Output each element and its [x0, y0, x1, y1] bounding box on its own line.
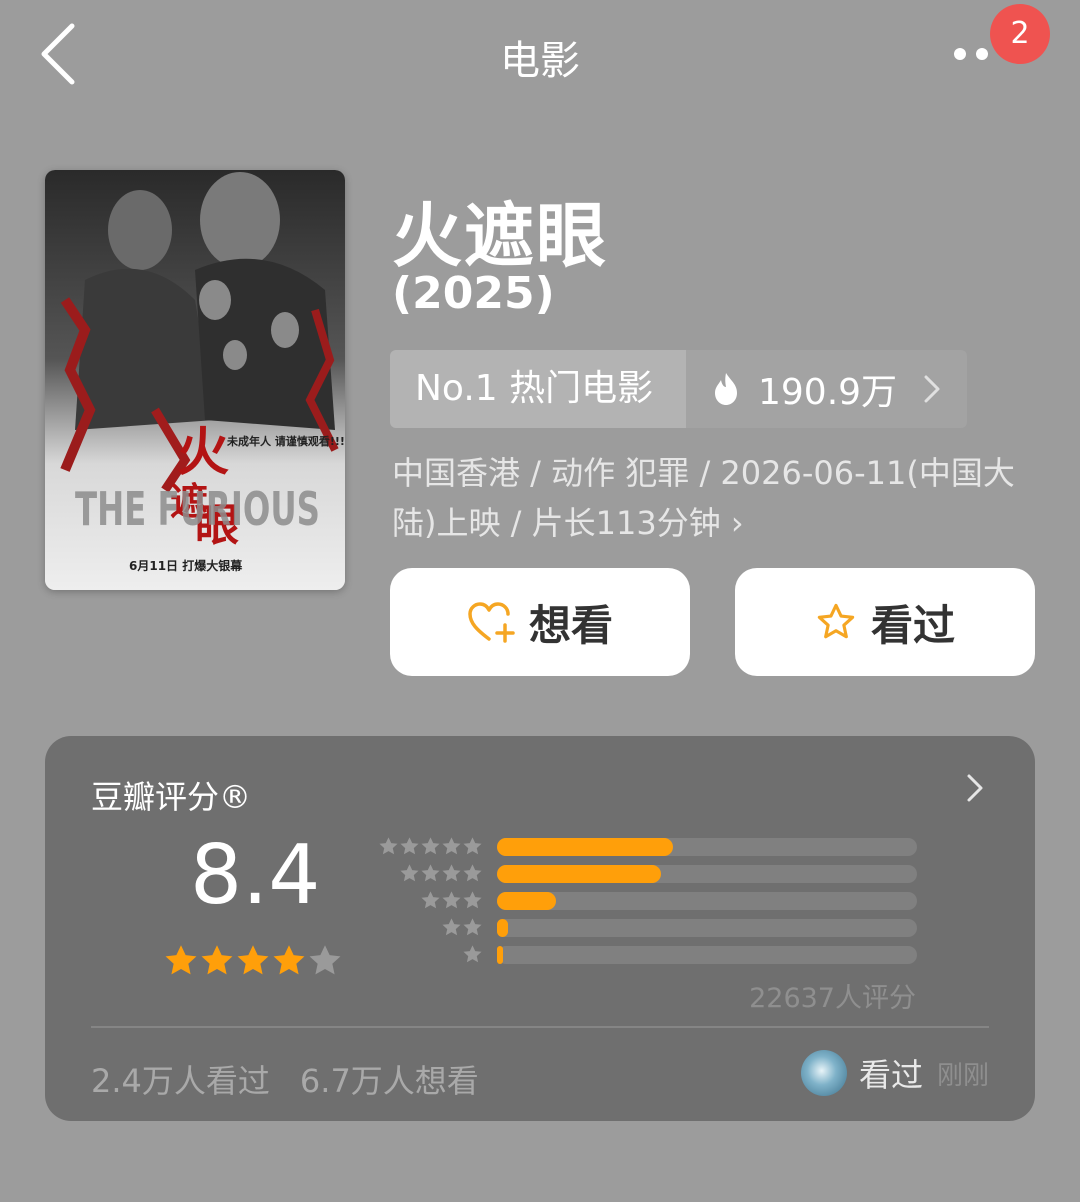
flame-icon — [715, 373, 737, 405]
star-small-icon — [442, 837, 461, 855]
rating-bar-fill — [497, 865, 661, 883]
rating-bar-track — [497, 892, 917, 910]
poster-release: 6月11日 打爆大银幕 — [129, 558, 243, 573]
star-small-icon — [463, 864, 482, 882]
star-small-icon — [463, 891, 482, 909]
rating-bar-fill — [497, 892, 556, 910]
star-small-icon — [400, 837, 419, 855]
rating-distribution-stars — [375, 864, 483, 883]
seen-count: 2.4万人看过 — [91, 1062, 270, 1100]
rating-title: 豆瓣评分® — [91, 778, 252, 816]
star-small-icon — [442, 864, 461, 882]
rating-score: 8.4 — [190, 828, 321, 923]
movie-poster[interactable]: 火 遮 眼 未成年人 请谨慎观看!!! THE FURIOUS 6月11日 打爆… — [45, 170, 345, 590]
meta-chevron-icon: › — [730, 504, 744, 542]
want-count: 6.7万人想看 — [299, 1062, 479, 1100]
want-to-watch-button[interactable]: 想看 — [390, 568, 690, 676]
rating-bar-track — [497, 865, 917, 883]
ranking-badge[interactable]: No.1 热门电影 190.9万 — [390, 350, 967, 428]
score-stars — [163, 943, 343, 979]
star-filled-icon — [201, 945, 233, 975]
movie-year: (2025) — [392, 268, 555, 319]
heat-indicator[interactable]: 190.9万 — [686, 350, 967, 428]
poster-title-char: 火 — [177, 423, 229, 483]
rating-bar-fill — [497, 838, 673, 856]
rating-distribution-stars — [375, 837, 483, 856]
my-status-time: 刚刚 — [936, 1060, 989, 1091]
page-title: 电影 — [500, 38, 580, 84]
rating-distribution-stars — [375, 945, 483, 964]
divider — [91, 1026, 989, 1028]
watch-stats: 2.4万人看过 6.7万人想看 — [91, 1056, 509, 1102]
my-status[interactable]: 看过 刚刚 — [800, 1050, 989, 1096]
star-small-icon — [463, 945, 482, 963]
my-status-label: 看过 — [858, 1056, 923, 1094]
heat-value: 190.9万 — [758, 372, 898, 413]
rating-bar-fill — [497, 946, 503, 964]
rating-count: 22637人评分 — [749, 983, 916, 1014]
poster-artwork: 火 遮 眼 未成年人 请谨慎观看!!! THE FURIOUS 6月11日 打爆… — [45, 170, 345, 590]
movie-title: 火遮眼 — [392, 195, 608, 277]
meta-info: 中国香港 / 动作 犯罪 / 2026-06-11(中国大陆)上映 / 片长11… — [392, 454, 1015, 542]
avatar — [800, 1050, 847, 1096]
more-dot-icon — [954, 48, 966, 60]
poster-tagline: 未成年人 请谨慎观看!!! — [226, 434, 345, 448]
chevron-right-icon — [924, 375, 940, 403]
rating-bar-track — [497, 946, 917, 964]
star-small-icon — [421, 864, 440, 882]
rating-card[interactable]: 豆瓣评分® 8.4 22637人评分 2.4万人看过 6.7万人想看 看过 刚刚 — [45, 736, 1035, 1121]
seen-button[interactable]: 看过 — [735, 568, 1035, 676]
star-small-icon — [379, 837, 398, 855]
rating-bar-track — [497, 838, 917, 856]
more-dot-icon — [976, 48, 988, 60]
heart-plus-icon — [468, 602, 515, 643]
star-small-icon — [421, 891, 440, 909]
chevron-right-icon[interactable] — [965, 772, 985, 804]
poster-english-title: THE FURIOUS — [75, 482, 320, 536]
rating-distribution-stars — [375, 918, 483, 937]
notification-badge[interactable]: 2 — [990, 4, 1050, 64]
star-small-icon — [400, 864, 419, 882]
star-small-icon — [421, 837, 440, 855]
want-label: 想看 — [528, 600, 613, 650]
more-options-button[interactable] — [946, 40, 994, 68]
star-small-icon — [442, 918, 461, 936]
star-filled-icon — [237, 945, 269, 975]
rating-bar-track — [497, 919, 917, 937]
star-filled-icon — [165, 945, 197, 975]
movie-meta[interactable]: 中国香港 / 动作 犯罪 / 2026-06-11(中国大陆)上映 / 片长11… — [392, 448, 1032, 548]
rating-distribution-stars — [375, 891, 483, 910]
top-bar: 电影 2 — [0, 0, 1080, 110]
rating-bar-fill — [497, 919, 508, 937]
star-filled-icon — [273, 945, 305, 975]
star-small-icon — [463, 837, 482, 855]
seen-label: 看过 — [870, 600, 955, 650]
star-outline-icon — [817, 603, 855, 639]
rank-label: No.1 热门电影 — [390, 350, 686, 428]
star-empty-icon — [309, 945, 341, 975]
star-small-icon — [442, 891, 461, 909]
star-small-icon — [463, 918, 482, 936]
